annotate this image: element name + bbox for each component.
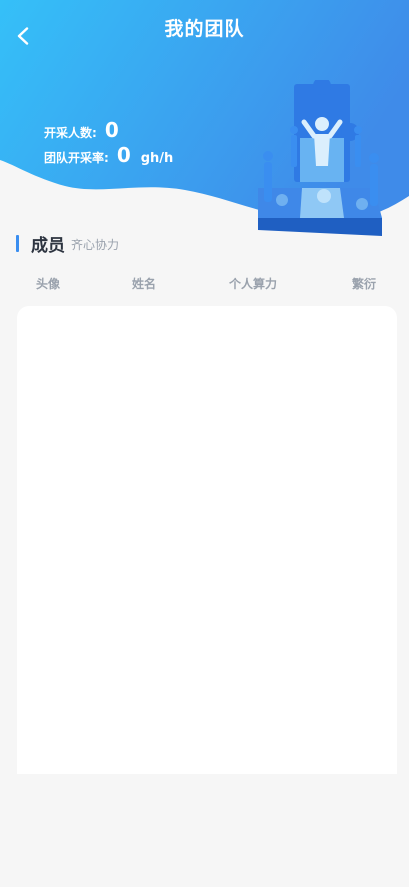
member-list	[17, 306, 397, 774]
miners-count-label: 开采人数:	[44, 126, 97, 140]
section-accent-bar	[16, 235, 19, 252]
team-rate-unit: gh/h	[140, 151, 174, 166]
miners-count-stat: 开采人数: 0	[44, 118, 119, 142]
team-rate-value: 0	[116, 143, 131, 167]
members-section-header: 成员 齐心协力	[16, 231, 119, 256]
team-rate-stat: 团队开采率: 0 gh/h	[44, 143, 173, 167]
header-banner: 我的团队 开采人数: 0 团队开采率: 0 gh/h	[0, 0, 409, 250]
column-header-name: 姓名	[132, 277, 157, 291]
team-rate-label: 团队开采率:	[44, 151, 109, 165]
members-section-subtitle: 齐心协力	[71, 238, 120, 252]
column-header-avatar: 头像	[36, 277, 61, 291]
members-section-title: 成员	[31, 236, 65, 256]
column-header-offspring: 繁衍	[352, 277, 377, 291]
member-table-header: 头像 姓名 个人算力 繁衍	[0, 275, 409, 295]
team-puzzle-illustration	[258, 80, 382, 236]
page-title: 我的团队	[164, 18, 245, 40]
column-header-hashrate: 个人算力	[229, 277, 278, 291]
miners-count-value: 0	[104, 118, 119, 142]
